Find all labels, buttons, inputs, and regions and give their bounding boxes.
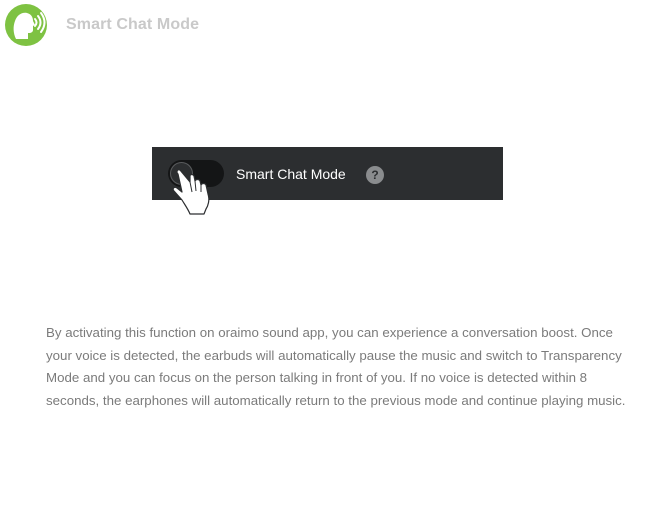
- page: Smart Chat Mode Smart Chat Mode ? By act…: [0, 0, 660, 524]
- page-title: Smart Chat Mode: [66, 16, 200, 33]
- toggle-label: Smart Chat Mode: [236, 166, 346, 182]
- speaking-head-icon: [5, 4, 47, 46]
- header: Smart Chat Mode: [4, 3, 199, 47]
- tapping-hand-icon: [172, 169, 210, 215]
- smart-chat-demo-bar: Smart Chat Mode ?: [152, 147, 503, 215]
- feature-description: By activating this function on oraimo so…: [46, 325, 626, 408]
- help-icon[interactable]: ?: [366, 166, 384, 184]
